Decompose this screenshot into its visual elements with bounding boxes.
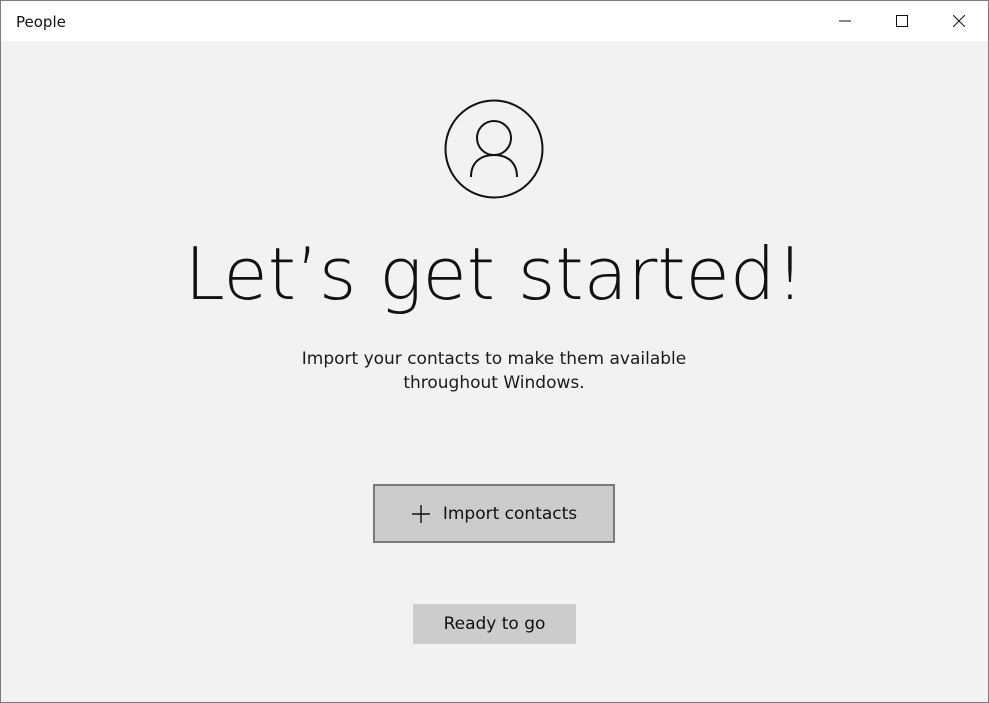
plus-icon — [411, 504, 431, 524]
maximize-button[interactable] — [874, 1, 930, 41]
ready-to-go-button[interactable]: Ready to go — [413, 604, 576, 644]
import-contacts-button[interactable]: Import contacts — [373, 484, 615, 543]
import-contacts-label: Import contacts — [442, 503, 578, 524]
page-title: Let’s get started! — [184, 232, 805, 316]
person-icon — [444, 99, 544, 199]
close-icon — [953, 15, 965, 27]
subtitle-line-1: Import your contacts to make them availa… — [301, 349, 687, 369]
title-bar[interactable]: People — [1, 1, 988, 41]
subtitle: Import your contacts to make them availa… — [294, 347, 694, 395]
app-window: People Let’s get started! Import your co… — [0, 0, 989, 703]
app-title: People — [16, 13, 66, 31]
ready-to-go-label: Ready to go — [443, 614, 546, 634]
minimize-button[interactable] — [817, 1, 873, 41]
subtitle-line-2: throughout Windows. — [403, 373, 585, 393]
close-button[interactable] — [931, 1, 987, 41]
maximize-icon — [896, 15, 908, 27]
minimize-icon — [839, 20, 851, 22]
main-content: Let’s get started! Import your contacts … — [1, 41, 988, 702]
